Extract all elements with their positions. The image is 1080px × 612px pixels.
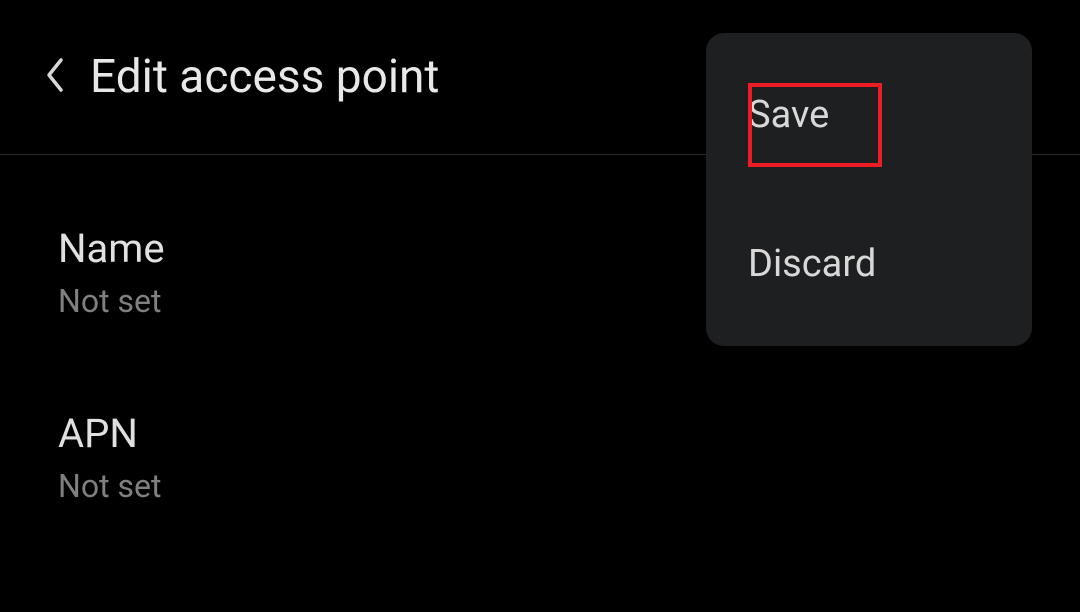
popup-menu: Save Discard xyxy=(706,33,1032,346)
setting-value: Not set xyxy=(58,467,1022,505)
setting-item-apn[interactable]: APN Not set xyxy=(58,410,1022,505)
save-menu-item[interactable]: Save xyxy=(748,83,990,147)
chevron-left-icon xyxy=(43,56,67,98)
setting-label: APN xyxy=(58,410,1022,457)
page-title: Edit access point xyxy=(90,50,439,104)
back-button[interactable] xyxy=(30,52,80,102)
discard-menu-item[interactable]: Discard xyxy=(748,232,990,296)
